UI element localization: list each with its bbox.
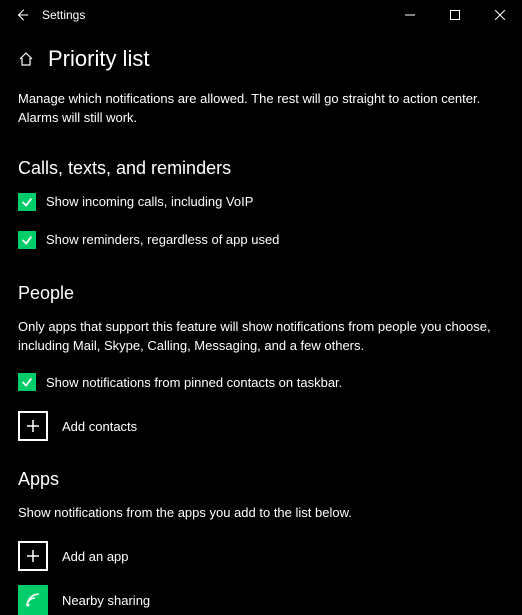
section-heading-people: People (18, 283, 504, 304)
section-heading-apps: Apps (18, 469, 504, 490)
close-button[interactable] (477, 0, 522, 30)
checkbox-pinned-contacts[interactable] (18, 373, 36, 391)
back-button[interactable] (8, 0, 36, 30)
add-app-button[interactable]: Add an app (18, 541, 504, 571)
minimize-button[interactable] (387, 0, 432, 30)
checkbox-label: Show reminders, regardless of app used (46, 232, 279, 247)
checkbox-show-incoming-calls[interactable] (18, 193, 36, 211)
home-button[interactable] (18, 51, 34, 67)
arrow-left-icon (15, 8, 29, 22)
app-item-nearby-sharing[interactable]: Nearby sharing (18, 585, 504, 615)
checkbox-label: Show incoming calls, including VoIP (46, 194, 253, 209)
add-app-label: Add an app (62, 549, 129, 564)
checkbox-show-reminders[interactable] (18, 231, 36, 249)
nearby-sharing-icon (24, 591, 42, 609)
page-title: Priority list (48, 46, 149, 72)
page-description: Manage which notifications are allowed. … (18, 90, 504, 128)
window-title: Settings (36, 8, 85, 22)
plus-icon (25, 548, 41, 564)
section-heading-calls: Calls, texts, and reminders (18, 158, 504, 179)
checkbox-label: Show notifications from pinned contacts … (46, 375, 342, 390)
apps-note: Show notifications from the apps you add… (18, 504, 504, 523)
plus-icon (25, 418, 41, 434)
maximize-icon (450, 10, 460, 20)
add-contacts-button[interactable]: Add contacts (18, 411, 504, 441)
checkmark-icon (20, 233, 34, 247)
minimize-icon (405, 10, 415, 20)
app-item-label: Nearby sharing (62, 593, 150, 608)
add-contacts-label: Add contacts (62, 419, 137, 434)
maximize-button[interactable] (432, 0, 477, 30)
people-note: Only apps that support this feature will… (18, 318, 504, 356)
close-icon (495, 10, 505, 20)
home-icon (18, 51, 34, 67)
checkmark-icon (20, 195, 34, 209)
checkmark-icon (20, 375, 34, 389)
